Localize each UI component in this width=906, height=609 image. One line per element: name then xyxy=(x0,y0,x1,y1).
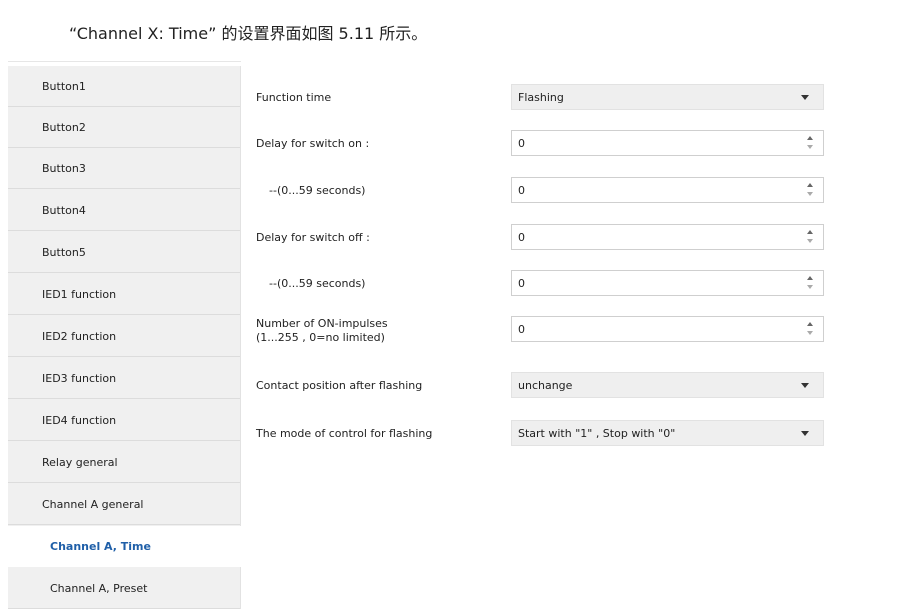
sidebar-item-channel-a-general[interactable]: Channel A general xyxy=(8,484,240,525)
control-mode-value: Start with "1" , Stop with "0" xyxy=(518,426,676,440)
contact-position-value: unchange xyxy=(518,378,573,392)
delay-switch-on-input[interactable]: 0 xyxy=(511,130,824,156)
sidebar: Button1 Button2 Button3 Button4 Button5 … xyxy=(8,66,241,609)
sidebar-item-button4[interactable]: Button4 xyxy=(8,190,240,231)
on-impulses-label-line2: (1...255 , 0=no limited) xyxy=(256,331,385,344)
contact-position-select[interactable]: unchange xyxy=(511,372,824,398)
sidebar-item-relay-general[interactable]: Relay general xyxy=(8,442,240,483)
spin-arrows-icon[interactable] xyxy=(807,136,815,150)
spin-arrows-icon[interactable] xyxy=(807,230,815,244)
contact-position-label: Contact position after flashing xyxy=(256,379,423,392)
delay-switch-on-seconds-label: --(0...59 seconds) xyxy=(269,184,366,197)
delay-switch-on-seconds-value: 0 xyxy=(518,183,525,197)
function-time-label: Function time xyxy=(256,91,332,104)
delay-switch-on-seconds-input[interactable]: 0 xyxy=(511,177,824,203)
delay-switch-off-seconds-input[interactable]: 0 xyxy=(511,270,824,296)
sidebar-item-ied3-function[interactable]: IED3 function xyxy=(8,358,240,399)
sidebar-item-button1[interactable]: Button1 xyxy=(8,66,240,107)
sidebar-item-channel-a-preset[interactable]: Channel A, Preset xyxy=(8,568,240,609)
on-impulses-label: Number of ON-impulses (1...255 , 0=no li… xyxy=(256,317,388,344)
delay-switch-off-seconds-label: --(0...59 seconds) xyxy=(269,277,366,290)
sidebar-item-button3[interactable]: Button3 xyxy=(8,148,240,189)
on-impulses-value: 0 xyxy=(518,322,525,336)
figure-caption: “Channel X: Time” 的设置界面如图 5.11 所示。 xyxy=(69,24,428,43)
delay-switch-on-label: Delay for switch on : xyxy=(256,137,370,150)
delay-switch-off-value: 0 xyxy=(518,230,525,244)
sidebar-item-button2[interactable]: Button2 xyxy=(8,107,240,148)
spin-arrows-icon[interactable] xyxy=(807,276,815,290)
delay-switch-off-label: Delay for switch off : xyxy=(256,231,370,244)
control-mode-select[interactable]: Start with "1" , Stop with "0" xyxy=(511,420,824,446)
sidebar-item-ied1-function[interactable]: IED1 function xyxy=(8,274,240,315)
on-impulses-input[interactable]: 0 xyxy=(511,316,824,342)
sidebar-item-ied4-function[interactable]: IED4 function xyxy=(8,400,240,441)
delay-switch-off-input[interactable]: 0 xyxy=(511,224,824,250)
function-time-select[interactable]: Flashing xyxy=(511,84,824,110)
sidebar-item-ied2-function[interactable]: IED2 function xyxy=(8,316,240,357)
function-time-value: Flashing xyxy=(518,90,564,104)
chevron-down-icon xyxy=(801,431,809,436)
sidebar-item-channel-a-time[interactable]: Channel A, Time xyxy=(8,526,241,567)
parameter-panel: Function time Flashing Delay for switch … xyxy=(241,61,906,609)
spin-arrows-icon[interactable] xyxy=(807,322,815,336)
on-impulses-label-line1: Number of ON-impulses xyxy=(256,317,388,330)
spin-arrows-icon[interactable] xyxy=(807,183,815,197)
delay-switch-on-value: 0 xyxy=(518,136,525,150)
delay-switch-off-seconds-value: 0 xyxy=(518,276,525,290)
chevron-down-icon xyxy=(801,95,809,100)
parameter-window: Button1 Button2 Button3 Button4 Button5 … xyxy=(8,61,906,609)
chevron-down-icon xyxy=(801,383,809,388)
control-mode-label: The mode of control for flashing xyxy=(256,427,433,440)
sidebar-item-button5[interactable]: Button5 xyxy=(8,232,240,273)
